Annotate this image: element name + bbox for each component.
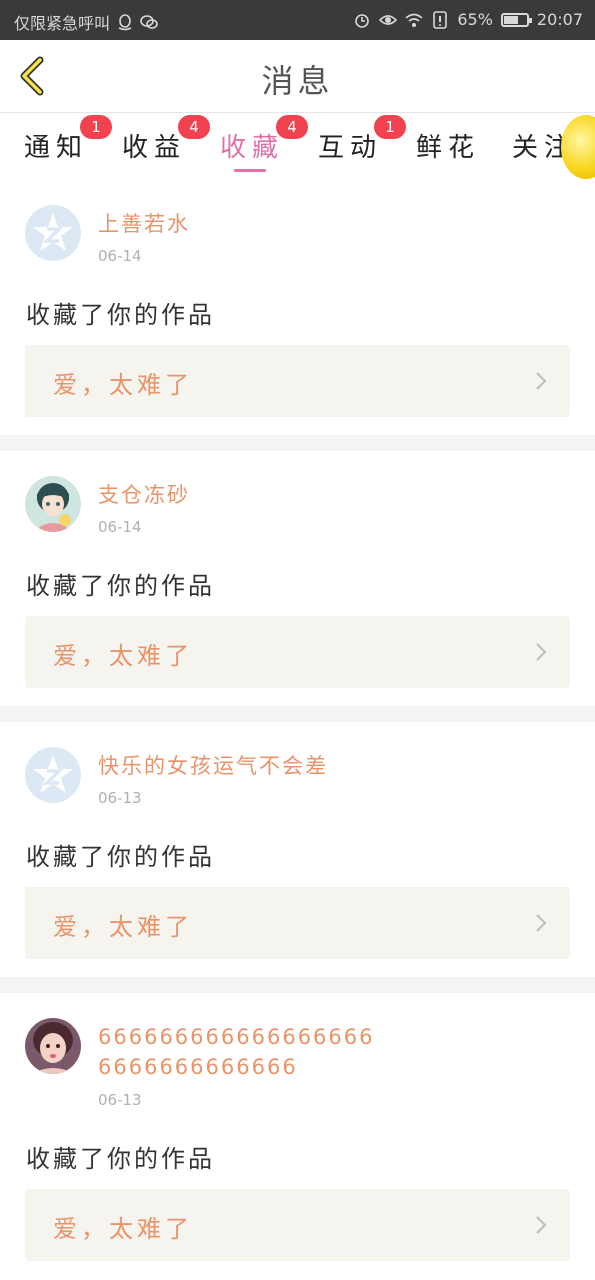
username[interactable]: 上善若水 [98, 209, 398, 239]
timestamp: 06-14 [98, 247, 142, 265]
divider [0, 706, 595, 722]
timestamp: 06-13 [98, 1091, 142, 1109]
tab-label: 通知 [24, 133, 89, 163]
list-item: 6666666666666666666666666666666 06-13 收藏… [0, 993, 595, 1280]
tab-interactions[interactable]: 互动 1 [318, 115, 406, 164]
tab-label: 收藏 [220, 133, 285, 163]
work-link[interactable]: 爱，太难了 [25, 887, 570, 959]
battery-level [503, 15, 519, 24]
active-tab-indicator [234, 169, 266, 172]
username[interactable]: 支仓冻砂 [98, 480, 398, 510]
username[interactable]: 快乐的女孩运气不会差 [98, 751, 418, 781]
eye-icon [379, 14, 398, 25]
battery-percent: 65% [457, 10, 493, 29]
timestamp: 06-13 [98, 789, 142, 807]
work-link[interactable]: 爱，太难了 [25, 345, 570, 417]
clock: 20:07 [536, 10, 583, 29]
alarm-icon [355, 13, 370, 28]
qq-icon [118, 14, 132, 31]
chevron-right-icon [536, 643, 547, 661]
unread-badge: 1 [80, 115, 112, 139]
username[interactable]: 6666666666666666666666666666666 [98, 1022, 378, 1082]
tab-notifications[interactable]: 通知 1 [24, 115, 112, 164]
carrier-text: 仅限紧急呼叫 [14, 14, 111, 33]
work-title: 爱，太难了 [53, 913, 193, 941]
unread-badge: 1 [374, 115, 406, 139]
tab-bar: 通知 1 收益 4 收藏 4 互动 1 鲜花 关注 [0, 113, 595, 183]
divider [0, 435, 595, 451]
avatar[interactable] [25, 747, 81, 803]
avatar[interactable] [25, 1018, 81, 1074]
work-link[interactable]: 爱，太难了 [25, 1189, 570, 1261]
tab-label: 鲜花 [416, 133, 481, 163]
default-avatar-icon [33, 755, 73, 793]
timestamp: 06-14 [98, 518, 142, 536]
action-text: 收藏了你的作品 [26, 1145, 215, 1173]
list-item: 支仓冻砂 06-14 收藏了你的作品 爱，太难了 [0, 451, 595, 706]
header: 消息 [0, 40, 595, 113]
anime-avatar-image [25, 476, 81, 532]
wechat-icon [140, 15, 158, 29]
avatar[interactable] [25, 476, 81, 532]
work-title: 爱，太难了 [53, 1215, 193, 1243]
action-text: 收藏了你的作品 [26, 572, 215, 600]
photo-avatar-image [25, 1018, 81, 1074]
mascot-float-button[interactable] [561, 115, 595, 179]
chevron-right-icon [536, 914, 547, 932]
list-item: 快乐的女孩运气不会差 06-13 收藏了你的作品 爱，太难了 [0, 722, 595, 977]
page-title: 消息 [261, 62, 334, 100]
tab-flowers[interactable]: 鲜花 [416, 127, 480, 164]
avatar[interactable] [25, 205, 81, 261]
status-bar: 仅限紧急呼叫 65% 20:07 [0, 0, 595, 40]
tab-label: 互动 [318, 133, 383, 163]
wifi-icon [405, 13, 423, 27]
work-title: 爱，太难了 [53, 642, 193, 670]
tab-earnings[interactable]: 收益 4 [122, 115, 210, 164]
work-link[interactable]: 爱，太难了 [25, 616, 570, 688]
battery-icon [500, 12, 532, 27]
unread-badge: 4 [276, 115, 308, 139]
chevron-right-icon [536, 372, 547, 390]
divider [0, 977, 595, 993]
chevron-right-icon [536, 1216, 547, 1234]
unread-badge: 4 [178, 115, 210, 139]
default-avatar-icon [33, 213, 73, 251]
action-text: 收藏了你的作品 [26, 301, 215, 329]
action-text: 收藏了你的作品 [26, 843, 215, 871]
work-title: 爱，太难了 [53, 371, 193, 399]
list-item: 上善若水 06-14 收藏了你的作品 爱，太难了 [0, 183, 595, 435]
sim-alert-icon [433, 10, 448, 29]
tab-favorites[interactable]: 收藏 4 [220, 115, 308, 164]
tab-label: 收益 [122, 133, 187, 163]
